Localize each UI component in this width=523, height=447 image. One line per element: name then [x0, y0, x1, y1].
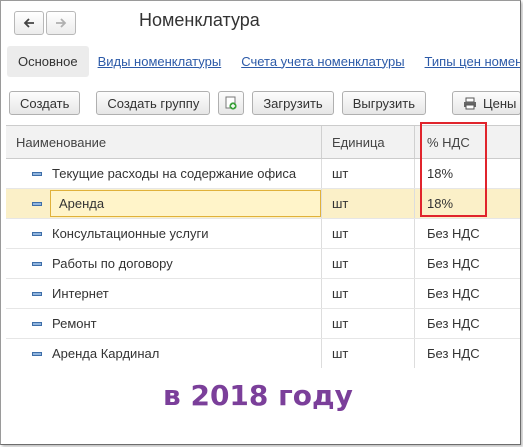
item-icon	[32, 171, 42, 176]
print-button[interactable]: Цены	[451, 91, 520, 115]
vat-highlight-box	[420, 122, 487, 217]
item-icon	[32, 261, 42, 266]
item-name-cell-focused[interactable]: Аренда	[50, 190, 321, 217]
table-row[interactable]: Ремонт шт Без НДС	[6, 309, 520, 339]
item-name: Консультационные услуги	[52, 226, 209, 241]
forward-button[interactable]	[46, 11, 76, 35]
caption-text: в 2018 году	[163, 379, 353, 412]
arrow-left-icon	[23, 18, 34, 28]
item-icon	[32, 321, 42, 326]
tab-item-types[interactable]: Виды номенклатуры	[98, 54, 222, 69]
create-button[interactable]: Создать	[9, 91, 81, 115]
item-unit: шт	[321, 159, 414, 188]
column-header-name[interactable]: Наименование	[6, 126, 321, 158]
item-name: Аренда	[59, 196, 105, 211]
item-name: Интернет	[52, 286, 109, 301]
item-icon	[32, 351, 42, 356]
item-vat: Без НДС	[414, 219, 520, 248]
item-unit: шт	[321, 189, 414, 218]
toolbar: Создать Создать группу Загрузить Выгрузи…	[9, 91, 520, 115]
item-name: Работы по договору	[52, 256, 173, 271]
item-icon	[32, 231, 42, 236]
load-button[interactable]: Загрузить	[252, 91, 334, 115]
item-name: Текущие расходы на содержание офиса	[52, 166, 297, 181]
item-vat: Без НДС	[414, 249, 520, 278]
print-button-label: Цены	[482, 95, 517, 111]
table-row[interactable]: Аренда Кардинал шт Без НДС	[6, 339, 520, 368]
item-icon	[32, 201, 42, 206]
item-vat: Без НДС	[414, 309, 520, 338]
tab-bar: Основное Виды номенклатуры Счета учета н…	[7, 45, 520, 77]
tab-main[interactable]: Основное	[7, 45, 89, 77]
create-group-button[interactable]: Создать группу	[96, 91, 211, 115]
item-unit: шт	[321, 279, 414, 308]
arrow-right-icon	[56, 18, 67, 28]
item-unit: шт	[321, 339, 414, 368]
unload-button[interactable]: Выгрузить	[341, 91, 426, 115]
item-vat: Без НДС	[414, 339, 520, 368]
table-row[interactable]: Консультационные услуги шт Без НДС	[6, 219, 520, 249]
back-button[interactable]	[14, 11, 44, 35]
item-name: Аренда Кардинал	[52, 346, 160, 361]
copy-button[interactable]	[218, 91, 245, 115]
item-unit: шт	[321, 219, 414, 248]
item-unit: шт	[321, 249, 414, 278]
add-copy-icon	[225, 96, 237, 110]
page-title: Номенклатура	[139, 10, 260, 30]
tab-price-types[interactable]: Типы цен номенклатуры	[425, 54, 520, 69]
column-header-unit[interactable]: Единица	[321, 126, 414, 158]
table-row[interactable]: Работы по договору шт Без НДС	[6, 249, 520, 279]
table-row[interactable]: Интернет шт Без НДС	[6, 279, 520, 309]
printer-icon	[463, 97, 476, 109]
item-vat: Без НДС	[414, 279, 520, 308]
window: Номенклатура Основное Виды номенклатуры …	[0, 0, 521, 445]
item-name: Ремонт	[52, 316, 97, 331]
item-icon	[32, 291, 42, 296]
item-unit: шт	[321, 309, 414, 338]
tab-accounts[interactable]: Счета учета номенклатуры	[241, 54, 404, 69]
